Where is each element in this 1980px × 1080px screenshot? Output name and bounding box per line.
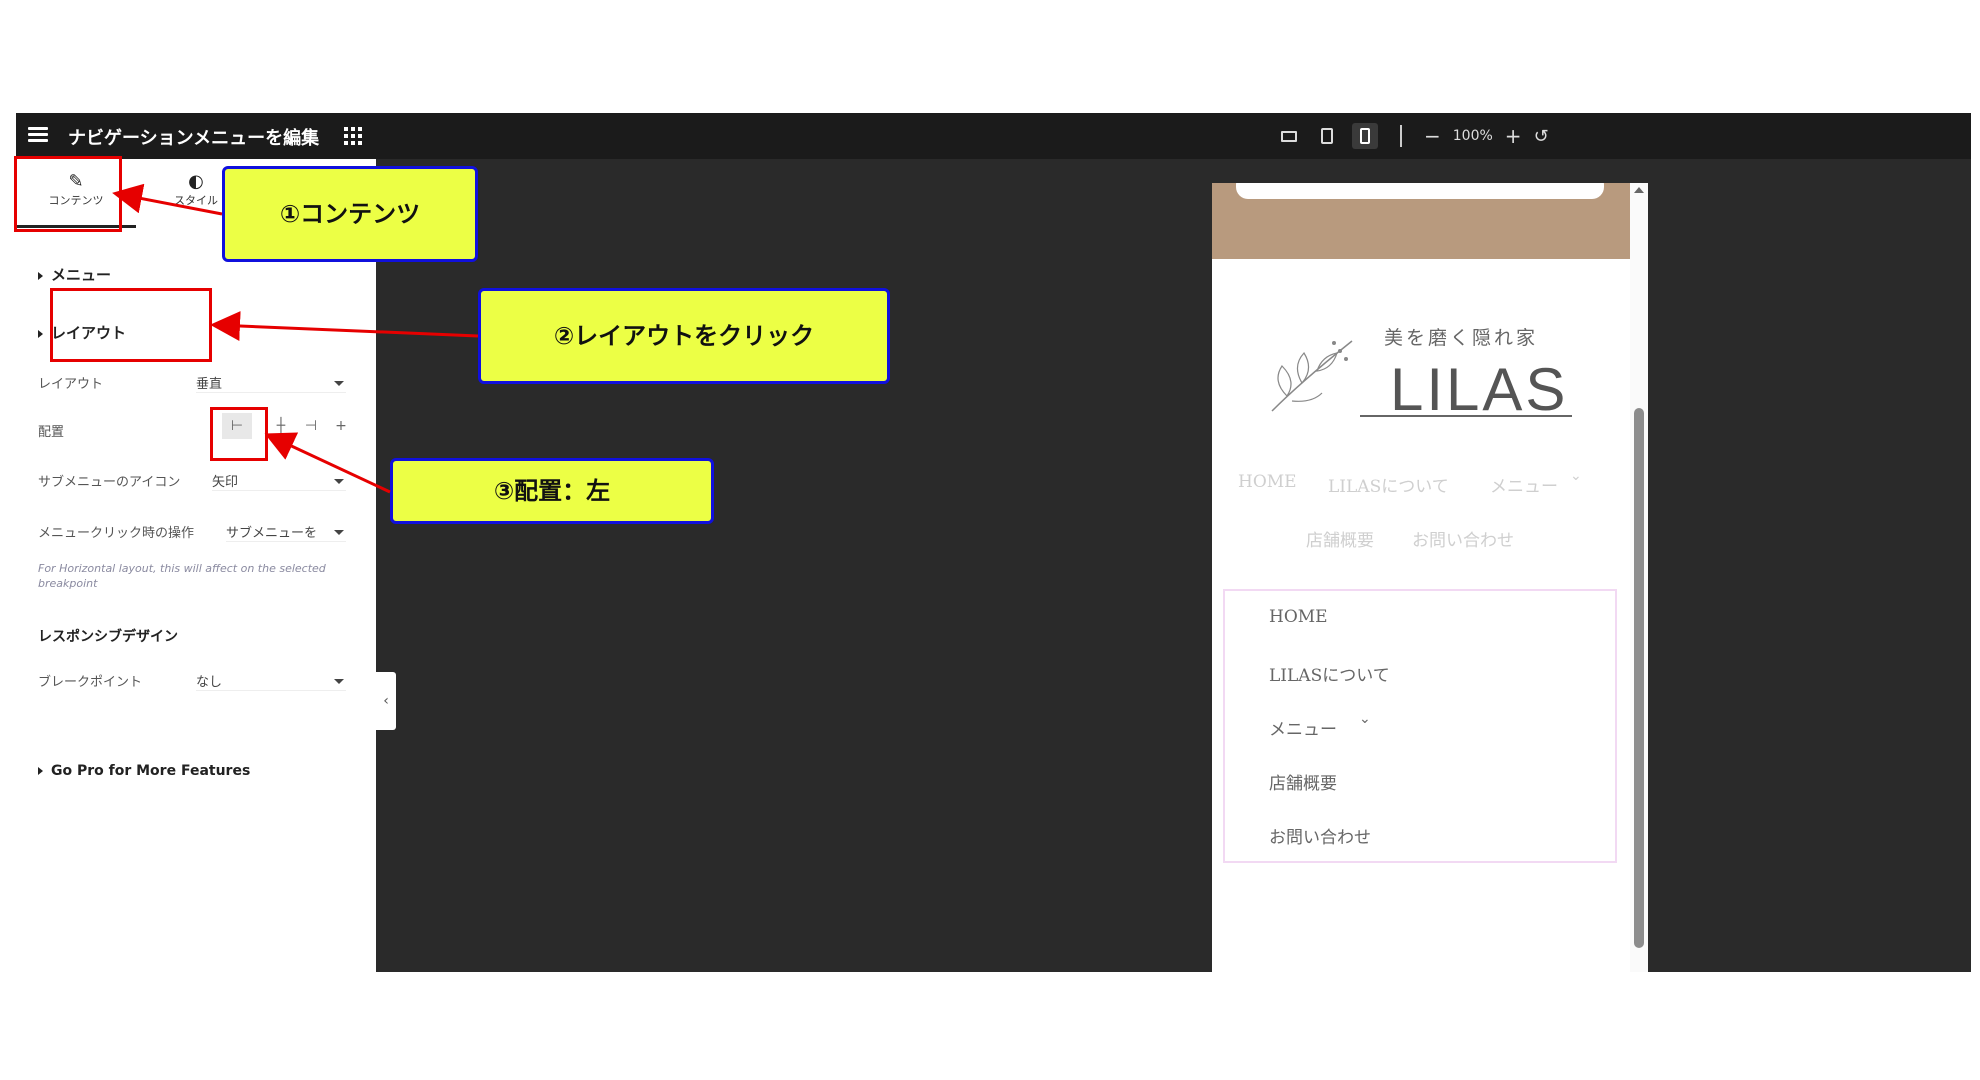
leaf-logo-icon bbox=[1271, 340, 1353, 412]
chevron-down-icon: ⌄ bbox=[1570, 468, 1582, 484]
menu-item-store[interactable]: 店舗概要 bbox=[1269, 769, 1337, 794]
section-menu-label: メニュー bbox=[51, 266, 112, 284]
preview-pill bbox=[1236, 183, 1604, 199]
collapse-panel-button[interactable]: ‹ bbox=[376, 672, 396, 730]
hamburger-menu-icon[interactable] bbox=[28, 127, 48, 143]
desktop-view-button[interactable] bbox=[1276, 123, 1302, 149]
faded-nav-about[interactable]: LILASについて bbox=[1328, 472, 1449, 497]
nav-menu-widget[interactable]: HOME LILASについて メニュー ⌄ 店舗概要 お問い合わせ bbox=[1223, 589, 1617, 863]
menu-item-home[interactable]: HOME bbox=[1269, 607, 1328, 627]
logo-underline bbox=[1360, 415, 1572, 417]
layout-select[interactable]: 垂直 bbox=[196, 373, 346, 393]
zoom-out-button[interactable]: − bbox=[1424, 124, 1441, 148]
layout-label: レイアウト bbox=[38, 377, 104, 392]
logo-tagline: 美を磨く隠れ家 bbox=[1384, 327, 1539, 349]
section-gopro[interactable]: Go Pro for More Features bbox=[38, 763, 250, 779]
zoom-in-button[interactable]: + bbox=[1505, 124, 1522, 148]
section-menu[interactable]: メニュー bbox=[38, 264, 111, 285]
align-right-button[interactable]: ⊣ bbox=[296, 413, 326, 439]
mobile-icon bbox=[1360, 128, 1370, 144]
scroll-up-icon[interactable] bbox=[1634, 187, 1644, 193]
faded-nav-contact[interactable]: お問い合わせ bbox=[1412, 526, 1514, 551]
callout-step2: ②レイアウトをクリック bbox=[478, 288, 890, 384]
desktop-icon bbox=[1281, 130, 1297, 142]
submenu-icon-select[interactable]: 矢印 bbox=[212, 471, 346, 491]
dropdown-caret-icon bbox=[334, 679, 344, 684]
layout-hint-text: For Horizontal layout, this will affect … bbox=[38, 562, 326, 590]
dropdown-caret-icon bbox=[334, 381, 344, 386]
section-responsive: レスポンシブデザイン bbox=[38, 629, 178, 645]
align-label: 配置 bbox=[38, 425, 65, 440]
editor-topbar: ナビゲーションメニューを編集 − 100% + ↺ bbox=[16, 113, 1971, 159]
align-center-button[interactable]: ┼ bbox=[266, 413, 296, 439]
device-toolbar: − 100% + ↺ bbox=[1276, 121, 1549, 151]
tablet-view-button[interactable] bbox=[1314, 123, 1340, 149]
caret-right-icon bbox=[38, 271, 43, 280]
breakpoint-select[interactable]: なし bbox=[196, 671, 346, 691]
settings-sidebar: ✎ コンテンツ ◐ スタイル メニュー レイアウト レイアウト 垂直 配置 ⊢ … bbox=[16, 159, 376, 972]
breakpoint-label: ブレークポイント bbox=[38, 675, 143, 690]
toolbar-divider bbox=[1400, 125, 1402, 147]
logo-wordmark: LILAS bbox=[1390, 356, 1569, 423]
highlight-align-left bbox=[210, 407, 268, 461]
menu-item-menu[interactable]: メニュー bbox=[1269, 715, 1337, 740]
menu-item-contact[interactable]: お問い合わせ bbox=[1269, 823, 1371, 848]
callout-step1: ①コンテンツ bbox=[222, 166, 478, 262]
callout-step3: ③配置：左 bbox=[390, 458, 714, 524]
preview-header-band bbox=[1212, 183, 1630, 259]
section-gopro-label: Go Pro for More Features bbox=[51, 763, 251, 779]
menu-click-label: メニュークリック時の操作 bbox=[38, 526, 195, 541]
caret-right-icon bbox=[38, 767, 43, 775]
faded-nav-menu[interactable]: メニュー bbox=[1490, 472, 1558, 497]
align-justify-button[interactable]: + bbox=[326, 413, 356, 439]
preview-scrollbar[interactable] bbox=[1630, 183, 1648, 972]
caret-right-icon bbox=[38, 329, 43, 338]
apps-grid-icon[interactable] bbox=[344, 127, 362, 145]
reset-zoom-icon[interactable]: ↺ bbox=[1534, 126, 1549, 147]
mobile-view-button[interactable] bbox=[1352, 123, 1378, 149]
faded-nav-home[interactable]: HOME bbox=[1238, 472, 1297, 492]
mobile-preview: 美を磨く隠れ家 LILAS HOME LILASについて メニュー ⌄ 店舗概要… bbox=[1212, 183, 1648, 972]
tab-style-label: スタイル bbox=[174, 194, 218, 207]
submenu-icon-label: サブメニューのアイコン bbox=[38, 475, 181, 490]
zoom-level: 100% bbox=[1452, 128, 1493, 144]
tablet-icon bbox=[1321, 128, 1333, 144]
menu-item-about[interactable]: LILASについて bbox=[1269, 661, 1390, 686]
dropdown-caret-icon bbox=[334, 479, 344, 484]
menu-click-select[interactable]: サブメニューを bbox=[226, 522, 346, 542]
scroll-thumb[interactable] bbox=[1634, 408, 1644, 948]
faded-nav-store[interactable]: 店舗概要 bbox=[1306, 526, 1374, 551]
panel-title: ナビゲーションメニューを編集 bbox=[68, 128, 320, 149]
dropdown-caret-icon bbox=[334, 530, 344, 535]
chevron-down-icon[interactable]: ⌄ bbox=[1359, 711, 1371, 727]
highlight-layout-section bbox=[50, 288, 212, 362]
highlight-content-tab bbox=[14, 156, 122, 232]
